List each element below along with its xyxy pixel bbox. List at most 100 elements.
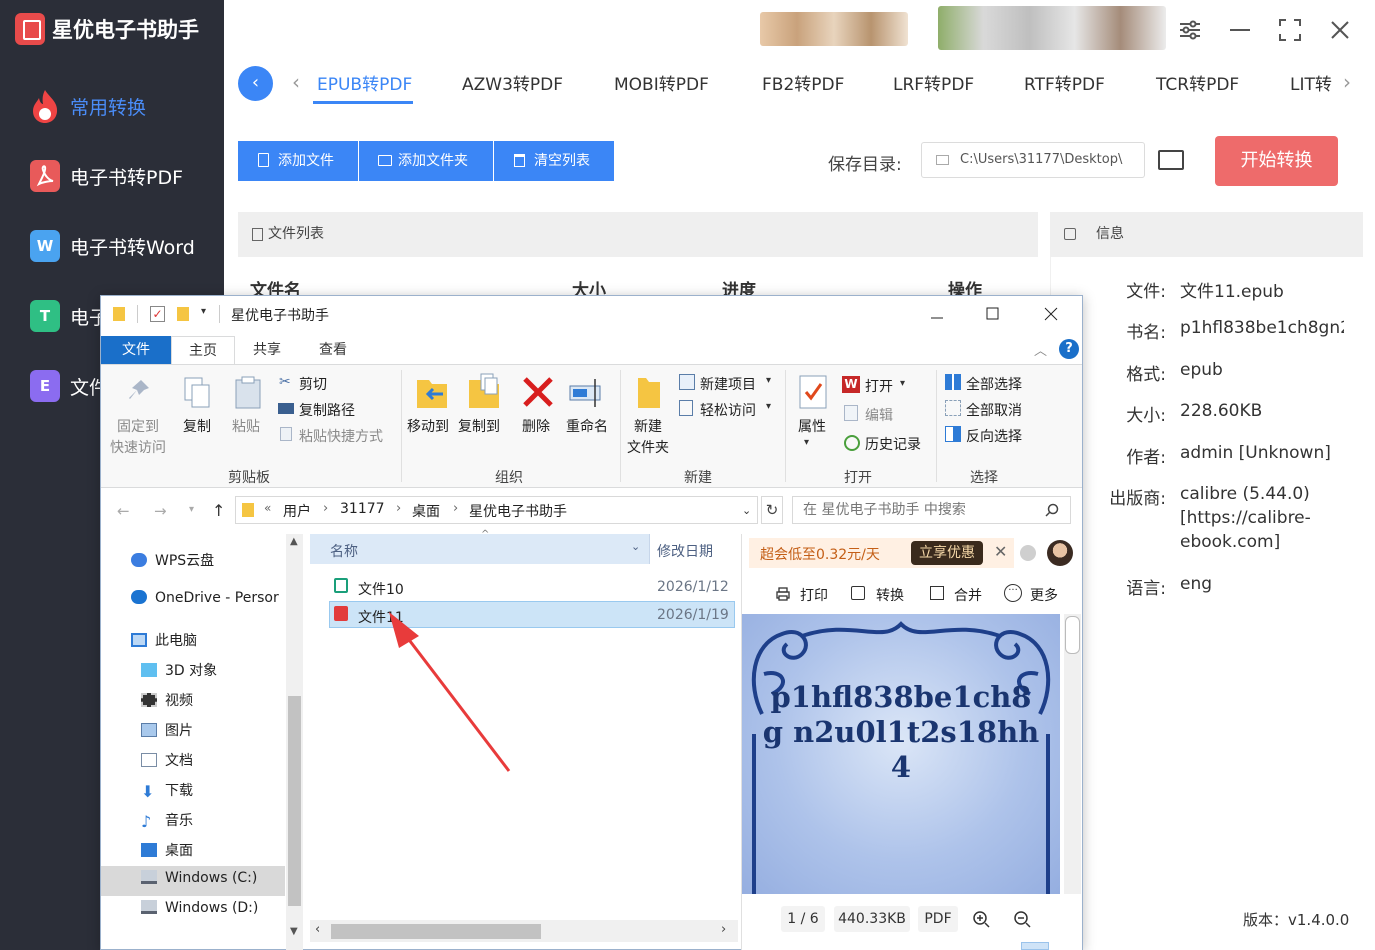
copy-path-button[interactable]: 复制路径 <box>299 400 355 420</box>
breadcrumb-desktop[interactable]: 桌面 <box>412 501 440 521</box>
date-column-label[interactable]: 修改日期 <box>657 541 713 561</box>
preview-scroll-thumb[interactable] <box>1065 616 1080 654</box>
tree-item-music[interactable]: ♪ 音乐 <box>141 810 193 830</box>
properties-qa-icon[interactable]: ✓ <box>150 306 165 322</box>
tab-lit[interactable]: LIT转 <box>1290 70 1332 95</box>
sidebar-item-pdf[interactable]: 电子书转PDF <box>0 146 224 206</box>
nav-back-icon[interactable]: ← <box>117 502 130 520</box>
tree-item-documents[interactable]: 文档 <box>141 750 193 770</box>
tab-rtf-pdf[interactable]: RTF转PDF <box>1024 70 1105 95</box>
scroll-up-icon[interactable]: ▲ <box>290 536 298 547</box>
nav-up-icon[interactable]: ↑ <box>212 501 225 520</box>
pin-quick-access-button[interactable]: 固定到 <box>117 416 159 436</box>
tree-item-onedrive[interactable]: OneDrive - Persor <box>131 590 285 606</box>
settings-sliders-icon[interactable] <box>1177 17 1203 43</box>
start-convert-button[interactable]: 开始转换 <box>1215 136 1338 186</box>
sidebar-item-word[interactable]: W 电子书转Word <box>0 216 224 276</box>
breadcrumb-31177[interactable]: 31177 <box>340 501 385 517</box>
close-icon[interactable] <box>1041 301 1061 325</box>
promo-button[interactable]: 立享优惠 <box>911 541 983 565</box>
zoom-in-icon[interactable] <box>972 910 990 928</box>
easy-access-button[interactable]: 轻松访问 <box>700 400 756 420</box>
maximize-icon[interactable] <box>1277 17 1303 43</box>
tree-item-downloads[interactable]: ⬇ 下载 <box>141 780 193 800</box>
move-to-button[interactable]: 移动到 <box>407 416 449 436</box>
tab-tcr-pdf[interactable]: TCR转PDF <box>1156 70 1239 95</box>
new-folder-button[interactable]: 新建 <box>634 416 662 436</box>
open-button[interactable]: 打开 <box>865 376 893 396</box>
tree-item-drive-d[interactable]: Windows (D:) <box>141 900 258 916</box>
save-dir-input[interactable]: C:\Users\31177\Desktop\ <box>921 142 1145 178</box>
tab-mobi-pdf[interactable]: MOBI转PDF <box>614 70 709 95</box>
tree-item-videos[interactable]: 视频 <box>141 690 193 710</box>
minimize-icon[interactable] <box>927 301 947 325</box>
select-none-button[interactable]: 全部取消 <box>966 400 1022 420</box>
qa-dropdown-icon[interactable]: ▾ <box>201 306 206 317</box>
zoom-out-icon[interactable] <box>1013 910 1031 928</box>
history-button[interactable]: 历史记录 <box>865 434 921 454</box>
tree-item-3d[interactable]: 3D 对象 <box>141 660 217 680</box>
clear-list-button[interactable]: 清空列表 <box>494 141 614 181</box>
new-item-button[interactable]: 新建项目 <box>700 374 756 394</box>
tab-azw3-pdf[interactable]: AZW3转PDF <box>462 70 563 95</box>
copy-to-button[interactable]: 复制到 <box>458 416 500 436</box>
overflow-chevron-icon[interactable]: « <box>264 501 271 515</box>
print-button[interactable]: 打印 <box>800 585 828 605</box>
tree-item-drive-c[interactable]: Windows (C:) <box>141 870 257 886</box>
search-input[interactable]: 在 星优电子书助手 中搜索 <box>792 496 1071 524</box>
breadcrumb-users[interactable]: 用户 <box>283 501 311 521</box>
convert-button[interactable]: 转换 <box>876 585 904 605</box>
delete-button[interactable]: 删除 <box>522 416 550 436</box>
recent-locations-icon[interactable]: ▾ <box>189 504 194 515</box>
invert-selection-button[interactable]: 反向选择 <box>966 426 1022 446</box>
tab-lrf-pdf[interactable]: LRF转PDF <box>893 70 974 95</box>
tree-item-wps[interactable]: WPS云盘 <box>131 550 214 570</box>
new-folder-qa-icon[interactable] <box>177 307 189 321</box>
tree-item-desktop[interactable]: 桌面 <box>141 840 193 860</box>
copy-button[interactable]: 复制 <box>183 416 211 436</box>
tabs-next-icon[interactable]: › <box>1343 70 1351 94</box>
scroll-down-icon[interactable]: ▼ <box>290 926 298 937</box>
tree-item-this-pc[interactable]: 此电脑 <box>131 630 197 650</box>
help-icon[interactable]: ? <box>1059 339 1079 359</box>
refresh-icon[interactable]: ↻ <box>761 496 783 524</box>
avatar[interactable] <box>1047 540 1073 566</box>
file-hscroll-thumb[interactable] <box>331 924 541 939</box>
column-filter-icon[interactable]: ⌄ <box>631 540 640 553</box>
maximize-icon[interactable] <box>983 301 1003 325</box>
sidebar-item-common[interactable]: 常用转换 <box>0 76 224 136</box>
more-button[interactable]: 更多 <box>1030 585 1058 605</box>
paste-shortcut-button[interactable]: 粘贴快捷方式 <box>299 426 383 446</box>
collapse-ribbon-icon[interactable]: ︿ <box>1034 340 1047 359</box>
preview-scrollbar[interactable] <box>1064 614 1081 894</box>
ribbon-tab-share[interactable]: 共享 <box>235 336 299 364</box>
tab-fb2-pdf[interactable]: FB2转PDF <box>762 70 844 95</box>
properties-button[interactable]: 属性 <box>798 416 826 436</box>
edit-button[interactable]: 编辑 <box>865 405 893 425</box>
browse-folder-icon[interactable] <box>1158 150 1184 170</box>
name-column-header[interactable] <box>310 534 650 564</box>
rename-button[interactable]: 重命名 <box>566 416 608 436</box>
back-button[interactable]: ‹ <box>238 66 273 101</box>
select-all-button[interactable]: 全部选择 <box>966 374 1022 394</box>
breadcrumb-app[interactable]: 星优电子书助手 <box>469 501 567 521</box>
minimize-icon[interactable] <box>1227 17 1253 43</box>
address-dropdown-icon[interactable]: ⌄ <box>742 504 751 517</box>
scroll-left-icon[interactable]: ‹ <box>315 922 320 937</box>
ribbon-tab-view[interactable]: 查看 <box>299 336 367 364</box>
tab-epub-pdf[interactable]: EPUB转PDF <box>317 70 412 95</box>
scroll-right-icon[interactable]: › <box>721 922 726 937</box>
ribbon-tab-home[interactable]: 主页 <box>171 336 235 366</box>
tree-scroll-thumb[interactable] <box>288 696 301 906</box>
close-icon[interactable] <box>1327 17 1353 43</box>
tabs-prev-icon[interactable]: ‹ <box>292 70 300 94</box>
add-file-button[interactable]: 添加文件 <box>238 141 358 181</box>
promo-close-icon[interactable]: ✕ <box>994 542 1007 561</box>
merge-button[interactable]: 合并 <box>954 585 982 605</box>
tree-item-pictures[interactable]: 图片 <box>141 720 193 740</box>
nav-forward-icon[interactable]: → <box>154 502 167 520</box>
membership-icon[interactable] <box>1020 545 1036 561</box>
paste-button[interactable]: 粘贴 <box>232 416 260 436</box>
ribbon-tab-file[interactable]: 文件 <box>101 336 171 364</box>
cut-button[interactable]: 剪切 <box>299 374 327 394</box>
